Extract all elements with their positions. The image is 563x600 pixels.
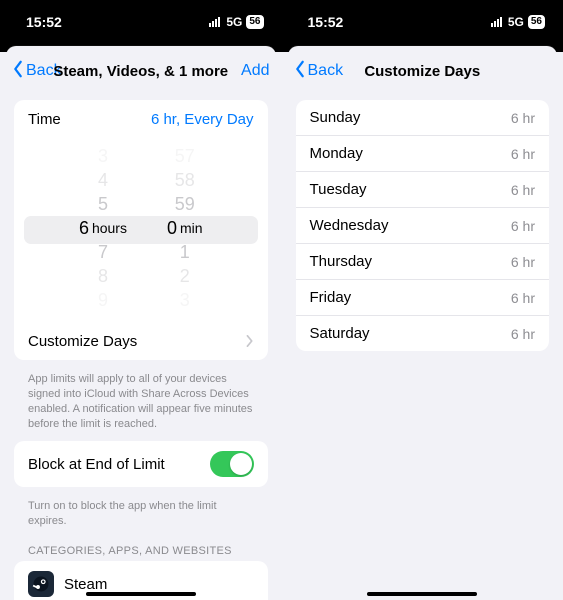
sheet-grabber-area [282,44,563,52]
time-label: Time [28,111,61,128]
day-label: Saturday [310,325,370,342]
time-group: Time 6 hr, Every Day 3 4 5 6hours 7 8 9 … [14,100,268,360]
battery-icon: 56 [246,15,263,29]
add-button[interactable]: Add [241,62,269,80]
status-bar: 15:52 5G 56 [282,0,563,44]
day-row-thursday[interactable]: Thursday 6 hr [296,243,550,279]
day-label: Sunday [310,109,361,126]
day-label: Tuesday [310,181,367,198]
day-label: Friday [310,289,352,306]
day-row-wednesday[interactable]: Wednesday 6 hr [296,207,550,243]
day-label: Thursday [310,253,373,270]
picker-highlight [24,216,258,244]
block-group: Block at End of Limit [14,441,268,487]
status-right: 5G 56 [491,15,545,29]
time-picker[interactable]: 3 4 5 6hours 7 8 9 57 58 59 0min 1 2 3 [14,138,268,322]
status-time: 15:52 [26,14,62,30]
app-label: Steam [64,576,254,593]
back-label: Back [26,62,62,80]
day-label: Wednesday [310,217,389,234]
nav-bar: Back Steam, Videos, & 1 more Add [0,52,282,90]
status-right: 5G 56 [209,15,263,29]
day-row-friday[interactable]: Friday 6 hr [296,279,550,315]
network-label: 5G [508,15,524,29]
screen-app-limit: 15:52 5G 56 Back Steam, Videos, & 1 more… [0,0,282,600]
block-at-end-row[interactable]: Block at End of Limit [14,441,268,487]
day-value: 6 hr [511,218,535,234]
nav-bar: Back Customize Days [282,52,563,90]
day-value: 6 hr [511,290,535,306]
signal-icon [209,17,220,27]
day-value: 6 hr [511,254,535,270]
time-row[interactable]: Time 6 hr, Every Day [14,100,268,138]
steam-icon [28,571,54,597]
block-footer: Turn on to block the app when the limit … [14,495,268,539]
picker-hours[interactable]: 3 4 5 6hours 7 8 9 [79,144,127,312]
day-label: Monday [310,145,363,162]
day-value: 6 hr [511,146,535,162]
home-indicator[interactable] [367,592,477,596]
home-indicator[interactable] [86,592,196,596]
screen-customize-days: 15:52 5G 56 Back Customize Days Sunday 6… [282,0,563,600]
chevron-left-icon [294,60,306,83]
customize-days-label: Customize Days [28,333,137,350]
day-value: 6 hr [511,110,535,126]
back-label: Back [308,62,344,80]
back-button[interactable]: Back [294,60,344,83]
status-bar: 15:52 5G 56 [0,0,282,44]
day-value: 6 hr [511,182,535,198]
days-group: Sunday 6 hr Monday 6 hr Tuesday 6 hr Wed… [296,100,550,351]
day-row-tuesday[interactable]: Tuesday 6 hr [296,171,550,207]
block-label: Block at End of Limit [28,456,165,473]
chevron-right-icon [246,335,254,347]
block-toggle[interactable] [210,451,254,477]
limits-footer: App limits will apply to all of your dev… [14,368,268,441]
content: Sunday 6 hr Monday 6 hr Tuesday 6 hr Wed… [282,90,563,351]
picker-minutes[interactable]: 57 58 59 0min 1 2 3 [167,144,203,312]
sheet-grabber-area [0,44,282,52]
day-row-saturday[interactable]: Saturday 6 hr [296,315,550,351]
network-label: 5G [226,15,242,29]
apps-header: Categories, Apps, and Websites [14,539,268,561]
content: Time 6 hr, Every Day 3 4 5 6hours 7 8 9 … [0,90,282,600]
signal-icon [491,17,502,27]
back-button[interactable]: Back [12,60,62,83]
time-value: 6 hr, Every Day [151,111,254,128]
battery-icon: 56 [528,15,545,29]
day-row-sunday[interactable]: Sunday 6 hr [296,100,550,135]
status-time: 15:52 [308,14,344,30]
chevron-left-icon [12,60,24,83]
day-row-monday[interactable]: Monday 6 hr [296,135,550,171]
customize-days-row[interactable]: Customize Days [14,322,268,360]
day-value: 6 hr [511,326,535,342]
